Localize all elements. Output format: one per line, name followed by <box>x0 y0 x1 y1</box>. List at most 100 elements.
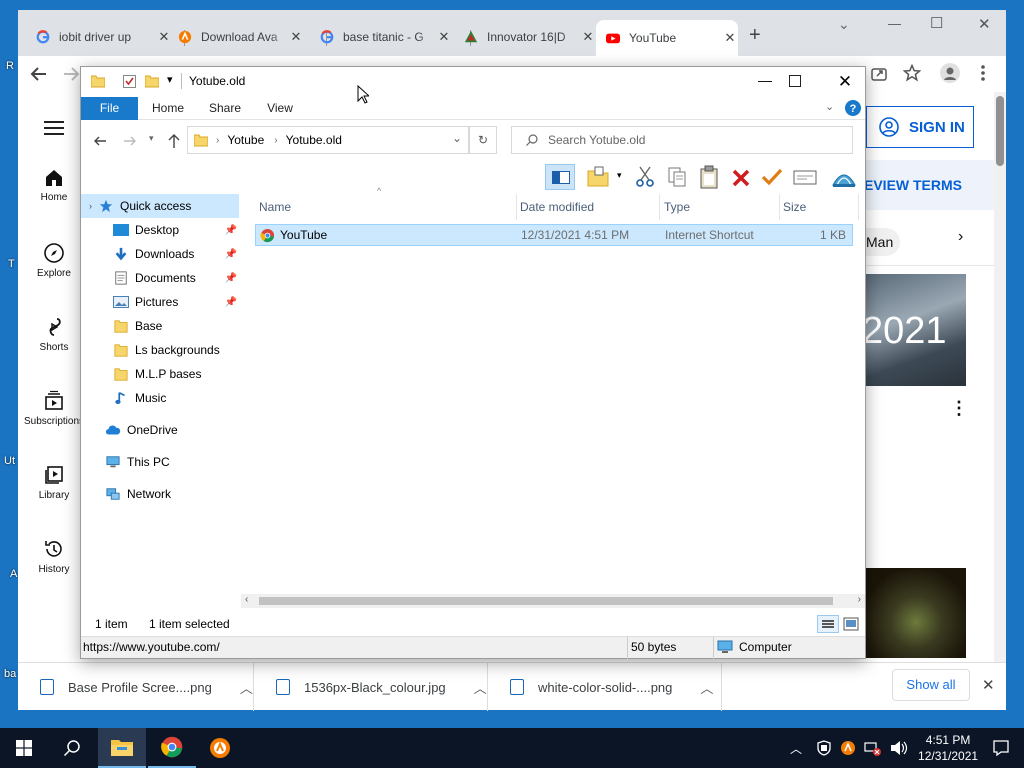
browser-tab[interactable]: iobit driver up ✕ <box>32 22 172 52</box>
nav-onedrive[interactable]: OneDrive <box>81 418 239 442</box>
browser-tab[interactable]: Download Ava ✕ <box>174 22 304 52</box>
close-downloads-icon[interactable]: ✕ <box>982 676 995 694</box>
chevron-down-icon[interactable]: › <box>89 201 92 211</box>
sign-in-button[interactable]: SIGN IN <box>866 106 974 148</box>
tab-share[interactable]: Share <box>199 97 251 120</box>
column-header-size[interactable]: Size <box>779 194 859 220</box>
horizontal-scrollbar[interactable]: ‹ › <box>241 594 865 608</box>
nav-item-downloads[interactable]: Downloads 📌 <box>81 242 239 266</box>
search-box[interactable]: Search Yotube.old <box>511 126 853 154</box>
share-icon[interactable] <box>870 65 888 83</box>
column-header-type[interactable]: Type <box>660 194 780 220</box>
chevron-up-icon[interactable]: ︿ <box>240 678 253 697</box>
volume-icon[interactable] <box>890 740 908 756</box>
close-tab-icon[interactable]: ✕ <box>580 29 596 45</box>
large-icons-view-icon[interactable] <box>843 616 859 632</box>
page-scrollbar[interactable] <box>994 92 1006 668</box>
tab-file[interactable]: File <box>81 97 138 120</box>
details-view-button[interactable] <box>817 615 839 633</box>
address-dropdown-icon[interactable]: ⌄ <box>452 131 462 145</box>
nav-item-documents[interactable]: Documents 📌 <box>81 266 239 290</box>
minimize-button[interactable]: — <box>888 16 901 31</box>
kebab-menu-icon[interactable] <box>978 64 988 82</box>
nav-this-pc[interactable]: This PC <box>81 450 239 474</box>
show-all-button[interactable]: Show all <box>892 669 970 701</box>
tab-search-icon[interactable]: ⌄ <box>838 16 850 33</box>
chevron-right-icon[interactable]: › <box>958 228 963 246</box>
column-header-name[interactable]: Name <box>255 194 517 220</box>
forward-arrow-icon[interactable] <box>123 134 137 148</box>
back-arrow-icon[interactable] <box>30 65 48 83</box>
nav-network[interactable]: Network <box>81 482 239 506</box>
chevron-right-icon[interactable]: › <box>216 135 219 146</box>
close-tab-icon[interactable]: ✕ <box>722 30 738 46</box>
tab-view[interactable]: View <box>257 97 303 120</box>
recent-locations-icon[interactable]: ▾ <box>149 133 154 144</box>
breadcrumb-segment[interactable]: Yotube.old <box>286 133 342 147</box>
tab-home[interactable]: Home <box>143 97 193 120</box>
rename-check-icon[interactable] <box>761 167 783 187</box>
nav-item-music[interactable]: Music <box>81 386 239 410</box>
forward-arrow-icon[interactable] <box>62 65 80 83</box>
address-bar[interactable]: › Yotube › Yotube.old ⌄ <box>187 126 469 154</box>
breadcrumb-segment[interactable]: Yotube <box>227 133 264 147</box>
up-arrow-icon[interactable] <box>167 133 181 149</box>
nav-quick-access[interactable]: › Quick access <box>81 194 239 218</box>
browser-tab-active[interactable]: YouTube ✕ <box>596 20 738 56</box>
close-tab-icon[interactable]: ✕ <box>436 29 452 45</box>
nav-item-ls-backgrounds[interactable]: Ls backgrounds <box>81 338 239 362</box>
delete-x-icon[interactable] <box>731 168 751 188</box>
cut-scissors-icon[interactable] <box>635 166 655 188</box>
search-button[interactable] <box>48 728 96 768</box>
defender-shield-icon[interactable] <box>816 740 832 756</box>
browser-tab[interactable]: Innovator 16|D ✕ <box>460 22 596 52</box>
profile-avatar-icon[interactable] <box>940 63 960 83</box>
nav-item-mlp-bases[interactable]: M.L.P bases <box>81 362 239 386</box>
back-arrow-icon[interactable] <box>93 134 107 148</box>
close-button[interactable]: ✕ <box>827 67 863 97</box>
maximize-button[interactable] <box>789 75 801 87</box>
video-more-icon[interactable]: ⋮ <box>950 399 968 417</box>
chevron-up-icon[interactable]: ︿ <box>700 678 713 697</box>
scrollbar-thumb[interactable] <box>996 96 1004 166</box>
nav-item-pictures[interactable]: Pictures 📌 <box>81 290 239 314</box>
taskbar-file-explorer[interactable] <box>98 728 146 768</box>
view-dropdown-icon[interactable]: ▾ <box>617 170 622 181</box>
new-folder-icon[interactable] <box>145 74 159 88</box>
network-warning-icon[interactable] <box>864 740 882 756</box>
video-thumbnail[interactable]: 2021 <box>862 274 966 386</box>
filter-chip[interactable]: Man <box>866 228 900 256</box>
copy-icon[interactable] <box>667 166 687 188</box>
close-tab-icon[interactable]: ✕ <box>288 29 304 45</box>
minimize-button[interactable]: — <box>745 67 785 97</box>
review-terms-link[interactable]: EVIEW TERMS <box>864 177 962 193</box>
show-hidden-icons-icon[interactable]: ︿ <box>790 740 802 757</box>
expand-ribbon-icon[interactable]: ⌄ <box>825 100 834 113</box>
chevron-right-icon[interactable]: › <box>274 135 277 146</box>
view-options-icon[interactable] <box>587 166 609 188</box>
restore-button[interactable]: ☐ <box>930 14 943 32</box>
notifications-icon[interactable] <box>992 739 1010 757</box>
download-item[interactable]: 1536px-Black_colour.jpg ︿ <box>254 663 488 711</box>
start-button[interactable] <box>0 728 48 768</box>
clock[interactable]: 4:51 PM 12/31/2021 <box>918 732 978 764</box>
table-row[interactable]: YouTube 12/31/2021 4:51 PM Internet Shor… <box>255 224 853 246</box>
download-item[interactable]: white-color-solid-....png ︿ <box>488 663 722 711</box>
close-tab-icon[interactable]: ✕ <box>156 29 172 45</box>
refresh-button[interactable]: ↻ <box>469 126 497 154</box>
column-header-date[interactable]: Date modified <box>516 194 660 220</box>
quick-access-toolbar-dropdown-icon[interactable]: ▾ <box>167 73 173 86</box>
chevron-up-icon[interactable]: ︿ <box>474 678 487 697</box>
shell-globe-icon[interactable] <box>831 165 857 189</box>
properties-check-icon[interactable] <box>123 75 136 88</box>
taskbar-avast[interactable] <box>196 728 244 768</box>
help-icon[interactable]: ? <box>845 100 861 116</box>
nav-item-desktop[interactable]: Desktop 📌 <box>81 218 239 242</box>
scrollbar-thumb[interactable] <box>259 597 833 605</box>
hamburger-menu-icon[interactable] <box>44 120 64 136</box>
preview-pane-button[interactable] <box>545 164 575 190</box>
avast-tray-icon[interactable] <box>840 740 856 756</box>
bookmark-star-icon[interactable] <box>903 64 921 82</box>
nav-item-base[interactable]: Base <box>81 314 239 338</box>
close-browser-button[interactable]: ✕ <box>978 15 991 33</box>
